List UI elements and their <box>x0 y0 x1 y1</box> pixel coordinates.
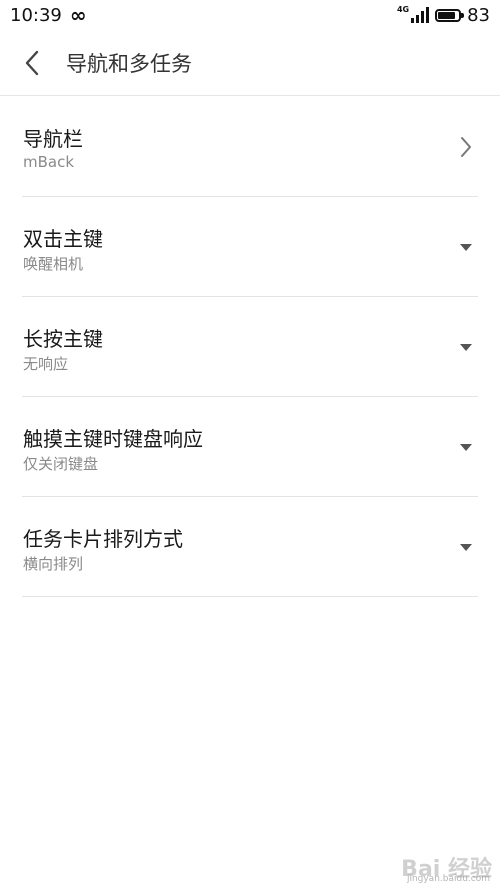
watermark-url: jingyan.baidu.com <box>406 874 490 884</box>
setting-navigation-bar[interactable]: 导航栏 mBack <box>22 97 478 197</box>
network-type: 4G <box>396 4 410 14</box>
chevron-left-icon <box>25 50 39 75</box>
setting-title: 触摸主键时键盘响应 <box>23 427 203 451</box>
settings-list: 导航栏 mBack 双击主键 唤醒相机 长按主键 无响应 触摸主键时键盘响应 仅… <box>0 97 500 597</box>
setting-task-card-layout[interactable]: 任务卡片排列方式 横向排列 <box>22 497 478 597</box>
dropdown-triangle-icon <box>454 227 478 267</box>
setting-long-press-home[interactable]: 长按主键 无响应 <box>22 297 478 397</box>
infinity-icon: ∞ <box>69 3 87 27</box>
setting-value: mBack <box>23 153 75 171</box>
status-right: 4G 83 <box>397 5 490 26</box>
setting-value: 仅关闭键盘 <box>23 455 99 473</box>
status-bar: 10:39 ∞ 4G 83 <box>0 0 500 30</box>
dropdown-triangle-icon <box>454 527 478 567</box>
status-left: 10:39 ∞ <box>10 5 87 26</box>
dropdown-triangle-icon <box>454 427 478 467</box>
battery-percent: 83 <box>467 4 490 26</box>
chevron-right-icon <box>454 127 478 167</box>
header: 导航和多任务 <box>0 30 500 96</box>
setting-title: 双击主键 <box>23 227 103 251</box>
back-button[interactable] <box>0 30 64 96</box>
battery-icon <box>435 8 465 22</box>
signal-icon <box>411 7 430 23</box>
clock: 10:39 <box>10 4 62 26</box>
setting-double-tap-home[interactable]: 双击主键 唤醒相机 <box>22 197 478 297</box>
setting-keyboard-response[interactable]: 触摸主键时键盘响应 仅关闭键盘 <box>22 397 478 497</box>
setting-value: 横向排列 <box>23 555 84 573</box>
battery-fill <box>438 11 455 19</box>
setting-value: 唤醒相机 <box>23 255 84 273</box>
setting-title: 长按主键 <box>23 327 103 351</box>
dropdown-triangle-icon <box>454 327 478 367</box>
setting-title: 导航栏 <box>23 127 83 151</box>
page-title: 导航和多任务 <box>66 51 192 76</box>
setting-value: 无响应 <box>23 355 69 373</box>
setting-title: 任务卡片排列方式 <box>23 527 183 551</box>
watermark: Bai 经验 jingyan.baidu.com <box>401 851 492 884</box>
